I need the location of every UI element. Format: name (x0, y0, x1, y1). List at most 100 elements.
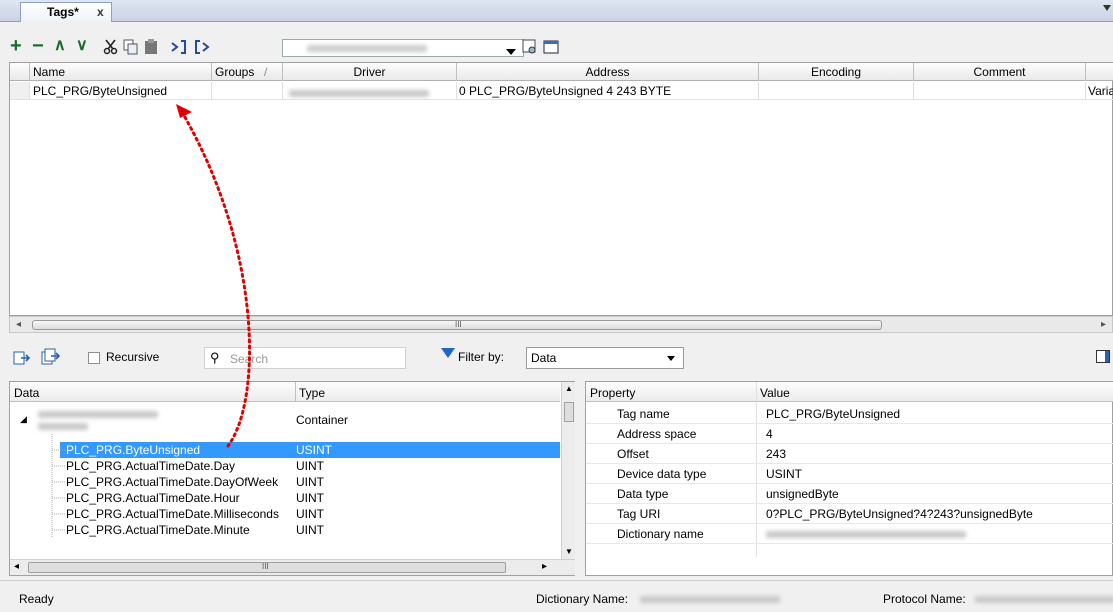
property-row[interactable]: Dictionary name (586, 524, 1113, 544)
list-item-type: UINT (296, 459, 324, 473)
cell-comment[interactable] (914, 82, 1086, 100)
cell-extra[interactable]: Varial (1086, 82, 1113, 100)
move-down-button[interactable]: ∨ (76, 37, 88, 57)
import-icon[interactable] (170, 39, 188, 59)
properties-panel: Property Value Tag name PLC_PRG/ByteUnsi… (585, 381, 1113, 576)
property-value[interactable]: 243 (766, 447, 786, 461)
column-header-type[interactable]: Type (299, 386, 325, 400)
filter-select[interactable]: Data (526, 347, 684, 369)
property-key: Offset (617, 447, 649, 461)
search-input[interactable]: ⚲ Search (204, 347, 406, 369)
cell-name[interactable]: PLC_PRG/ByteUnsigned (30, 82, 212, 100)
list-item[interactable]: PLC_PRG.ActualTimeDate.DayOfWeek UINT (10, 474, 560, 490)
list-item[interactable]: PLC_PRG.ActualTimeDate.Minute UINT (10, 522, 560, 538)
list-item[interactable]: PLC_PRG.ActualTimeDate.Hour UINT (10, 490, 560, 506)
list-item-type: UINT (296, 523, 324, 537)
data-tree: Data Type ◢ Container PLC_PRG.ByteUnsign… (9, 381, 575, 576)
import-all-tags-icon[interactable] (41, 347, 61, 370)
expand-icon[interactable]: ◢ (20, 414, 27, 425)
property-value[interactable]: PLC_PRG/ByteUnsigned (766, 407, 900, 421)
import-tags-icon[interactable] (13, 349, 31, 370)
filter-value: Data (531, 351, 557, 365)
column-header-property[interactable]: Property (590, 386, 635, 400)
status-text: Ready (19, 592, 54, 606)
tree-node-type: Container (296, 413, 349, 427)
remove-tag-button[interactable]: − (32, 36, 44, 57)
redacted-dictionary-value (640, 596, 780, 603)
scroll-left-icon[interactable]: ◂ (16, 319, 21, 330)
property-value[interactable]: USINT (766, 467, 802, 481)
tab-tags[interactable]: Tags* x (20, 2, 112, 22)
document-tabstrip: Tags* x (0, 0, 1113, 22)
property-value[interactable]: 4 (766, 427, 773, 441)
status-bar: Ready Dictionary Name: Protocol Name: (0, 580, 1113, 612)
property-key: Tag URI (617, 507, 661, 521)
add-tag-button[interactable]: + (10, 36, 22, 57)
driver-combo-value-redacted (307, 45, 427, 52)
properties-header: Property Value (586, 382, 1113, 402)
column-header-data[interactable]: Data (14, 386, 39, 400)
list-item-type: UINT (296, 475, 324, 489)
list-item-type: UINT (296, 491, 324, 505)
property-row[interactable]: Tag name PLC_PRG/ByteUnsigned (586, 404, 1113, 424)
scroll-down-icon[interactable]: ▼ (565, 547, 573, 556)
scrollbar-thumb[interactable] (564, 402, 574, 422)
list-item[interactable]: PLC_PRG.ActualTimeDate.Milliseconds UINT (10, 506, 560, 522)
dictionary-name-label: Dictionary Name: (536, 592, 629, 606)
settings-icon[interactable] (522, 39, 538, 59)
tree-node-container[interactable]: ◢ Container (10, 404, 560, 434)
cell-groups[interactable] (212, 82, 283, 100)
column-header-groups-label: Groups (215, 65, 255, 79)
tab-list-dropdown-icon[interactable] (1103, 5, 1111, 11)
recursive-label: Recursive (106, 350, 160, 364)
export-icon[interactable] (194, 39, 212, 59)
copy-icon[interactable] (123, 39, 139, 59)
cell-address[interactable]: 0 PLC_PRG/ByteUnsigned 4 243 BYTE (457, 82, 759, 100)
list-item[interactable]: PLC_PRG.ByteUnsigned USINT (60, 442, 560, 458)
redacted-driver-value (289, 90, 429, 97)
property-value[interactable] (766, 527, 966, 541)
scroll-up-icon[interactable]: ▲ (565, 384, 573, 393)
property-value[interactable]: 0?PLC_PRG/ByteUnsigned?4?243?unsignedByt… (766, 507, 1033, 521)
data-tree-vertical-scrollbar[interactable]: ▲ ▼ (561, 382, 575, 559)
recursive-checkbox[interactable] (88, 352, 100, 364)
row-header[interactable] (10, 82, 30, 100)
property-value[interactable]: unsignedByte (766, 487, 839, 501)
scroll-right-icon[interactable]: ▸ (1101, 319, 1106, 330)
column-header-groups[interactable]: Groups / (212, 63, 283, 81)
column-header-value[interactable]: Value (760, 386, 790, 400)
filter-icon (441, 348, 455, 358)
window-icon[interactable] (543, 39, 559, 59)
column-header-name[interactable]: Name (30, 63, 212, 81)
data-tree-horizontal-scrollbar[interactable]: ◂ III ▸ (10, 559, 575, 575)
property-row[interactable]: Tag URI 0?PLC_PRG/ByteUnsigned?4?243?uns… (586, 504, 1113, 524)
property-key: Data type (617, 487, 669, 501)
cell-driver[interactable] (283, 82, 457, 100)
maximize-panel-icon[interactable] (1096, 350, 1110, 363)
property-row[interactable]: Offset 243 (586, 444, 1113, 464)
cell-encoding[interactable] (759, 82, 914, 100)
paste-icon[interactable] (143, 39, 159, 59)
scroll-left-icon[interactable]: ◂ (14, 561, 19, 572)
chevron-down-icon[interactable] (506, 42, 516, 62)
column-header-encoding[interactable]: Encoding (759, 63, 914, 81)
close-icon[interactable]: x (97, 5, 104, 19)
property-row[interactable]: Data type unsignedByte (586, 484, 1113, 504)
list-item-name: PLC_PRG.ActualTimeDate.DayOfWeek (66, 475, 279, 489)
redacted-dictionary-name (766, 531, 966, 538)
move-up-button[interactable]: ∧ (54, 37, 66, 57)
scroll-right-icon[interactable]: ▸ (542, 561, 547, 572)
list-item[interactable]: PLC_PRG.ActualTimeDate.Day UINT (10, 458, 560, 474)
property-row[interactable]: Device data type USINT (586, 464, 1113, 484)
driver-combo[interactable] (282, 39, 524, 57)
column-header-address[interactable]: Address (457, 63, 759, 81)
column-header-comment[interactable]: Comment (914, 63, 1086, 81)
table-row[interactable]: PLC_PRG/ByteUnsigned 0 PLC_PRG/ByteUnsig… (10, 82, 1113, 100)
search-placeholder: Search (230, 352, 269, 366)
property-key: Dictionary name (617, 527, 704, 541)
scissors-icon[interactable] (103, 39, 119, 59)
grid-horizontal-scrollbar[interactable]: ◂ III ▸ (9, 316, 1113, 333)
filter-label: Filter by: (458, 350, 505, 364)
property-row[interactable]: Address space 4 (586, 424, 1113, 444)
column-header-driver[interactable]: Driver (283, 63, 457, 81)
